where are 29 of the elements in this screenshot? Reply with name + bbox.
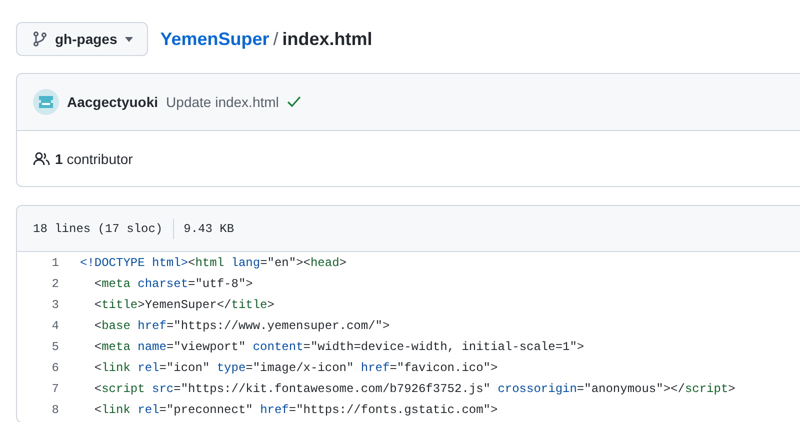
repo-link[interactable]: YemenSuper <box>160 28 270 50</box>
contributors-count[interactable]: 1 contributor <box>55 150 133 166</box>
code-line: <!DOCTYPE html><html lang="en"><head> <box>80 255 346 272</box>
line-number: 8 <box>50 402 60 419</box>
code-line: <script src="https://kit.fontawesome.com/b7926f3752.js" crossorigin="anonymous"></script> <box>93 381 736 398</box>
file-name: index.html <box>282 28 372 50</box>
line-number: 7 <box>50 381 60 398</box>
code-line: <base href="https://www.yemensuper.com/"> <box>93 318 390 335</box>
line-number: 5 <box>50 339 60 356</box>
breadcrumb-separator: / <box>273 28 278 50</box>
code-line: <title>YemenSuper</title> <box>93 297 274 314</box>
branch-icon <box>33 31 47 47</box>
file-size: 9.43 KB <box>184 222 234 236</box>
code-line: <meta name="viewport" content="width=device-width, initial-scale=1"> <box>93 339 584 356</box>
line-number: 1 <box>50 255 60 272</box>
caret-icon <box>125 36 134 42</box>
avatar-icon <box>33 89 59 115</box>
line-number: 4 <box>50 318 60 335</box>
people-icon <box>33 152 50 166</box>
line-number: 3 <box>50 297 60 314</box>
branch-button[interactable]: gh-pages <box>16 22 148 56</box>
code-line: <meta charset="utf-8"> <box>93 276 253 293</box>
line-number: 2 <box>50 276 60 293</box>
line-number: 6 <box>50 360 60 377</box>
code-line: <link rel="icon" type="image/x-icon" href="favicon.ico"> <box>93 360 498 377</box>
commit-message[interactable]: Update index.html <box>166 94 279 110</box>
code-line: <link rel="preconnect" href="https://fonts.gstatic.com"> <box>93 402 498 419</box>
line-count: 18 lines (17 sloc) <box>33 222 163 236</box>
commit-author[interactable]: Aacgectyuoki <box>67 94 158 110</box>
